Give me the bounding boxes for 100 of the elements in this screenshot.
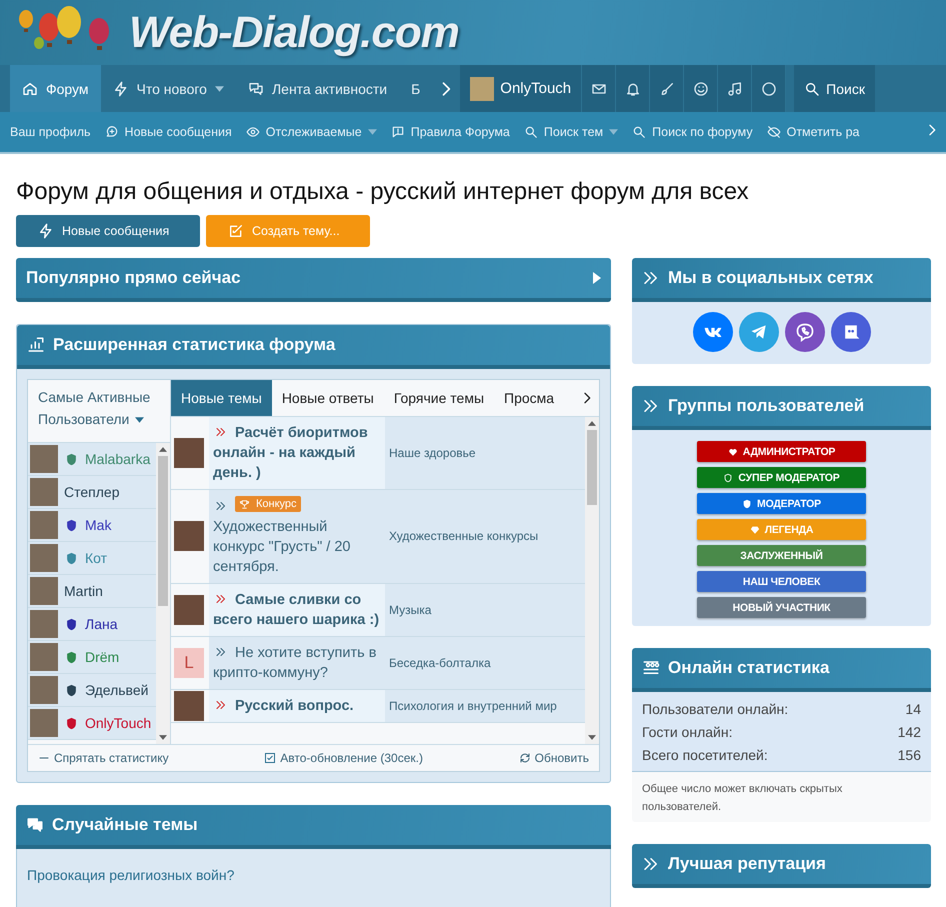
hide-stats-link[interactable]: Спрятать статистику xyxy=(38,751,169,766)
forum-link[interactable]: Наше здоровье xyxy=(385,417,585,490)
user-row[interactable]: Drëm xyxy=(28,641,156,674)
subnav-link[interactable]: Новые сообщения xyxy=(104,125,232,139)
chat-icon xyxy=(26,816,44,834)
caret-icon xyxy=(368,129,377,135)
forum-link[interactable]: Художественные конкурсы xyxy=(385,490,585,583)
shield-check-icon xyxy=(723,472,734,482)
avatar-photo xyxy=(30,709,58,738)
nav-tab[interactable]: Что нового xyxy=(100,65,236,112)
shield-icon xyxy=(64,452,79,467)
group-badge[interactable]: ЗАСЛУЖЕННЫЙ xyxy=(697,545,866,566)
scroll-up-icon[interactable] xyxy=(159,447,167,452)
stats-note: Общее число может включать скрытых пользователей. xyxy=(632,772,931,822)
username: Эдельвей xyxy=(85,682,148,698)
shield-icon xyxy=(742,498,752,508)
topic-title[interactable]: Русский вопрос. xyxy=(209,690,385,722)
scroll-thumb[interactable] xyxy=(587,430,597,506)
user-row[interactable]: Лана xyxy=(28,608,156,642)
group-badge[interactable]: НАШ ЧЕЛОВЕК xyxy=(697,571,866,592)
double-chevron-icon xyxy=(215,500,227,512)
trophy-icon xyxy=(239,498,250,510)
user-row[interactable]: Эдельвей xyxy=(28,674,156,708)
letter-avatar: L xyxy=(174,648,204,678)
avatar-photo xyxy=(174,521,204,552)
social-link[interactable] xyxy=(830,312,870,352)
social-link[interactable] xyxy=(692,312,732,352)
scroll-down-icon[interactable] xyxy=(588,735,596,740)
eye-slash-icon xyxy=(766,125,781,139)
nav-tab[interactable]: Лента активности xyxy=(236,65,400,112)
subnav-link[interactable]: Ваш профиль xyxy=(10,125,91,139)
stats-tab[interactable]: Просма xyxy=(494,380,564,416)
nav-tab[interactable]: Б xyxy=(399,65,432,112)
nav-tab[interactable]: Форум xyxy=(10,65,101,112)
double-chevron-icon xyxy=(215,426,227,438)
group-badge[interactable]: НОВЫЙ УЧАСТНИК xyxy=(697,597,866,618)
double-chevron-icon xyxy=(642,855,660,873)
chart-icon xyxy=(27,336,45,354)
social-link[interactable] xyxy=(738,312,778,352)
topic-link[interactable]: Провокация религиозных войн? xyxy=(27,867,600,884)
scrollbar[interactable] xyxy=(585,417,599,744)
people-icon xyxy=(642,659,660,677)
social-link[interactable] xyxy=(784,312,824,352)
search-icon xyxy=(632,125,646,139)
group-badge[interactable]: АДМИНИСТРАТОР xyxy=(697,441,866,462)
username: Malabarka xyxy=(85,451,150,468)
checkbox[interactable] xyxy=(264,752,276,764)
subnav-link[interactable]: Отслеживаемые xyxy=(246,125,377,139)
user-row[interactable]: Кот xyxy=(28,542,156,576)
avatar-photo xyxy=(30,478,58,506)
topic-title[interactable]: Конкурс Художественный конкурс "Грусть" / 20 сентября. xyxy=(209,490,385,583)
subnav-link[interactable]: Правила Форума xyxy=(390,125,510,139)
user-row[interactable]: Степлер xyxy=(28,476,156,510)
double-chevron-icon xyxy=(215,592,227,605)
user-row[interactable]: OnlyTouch xyxy=(28,707,156,740)
scroll-up-icon[interactable] xyxy=(588,421,596,426)
subnav-link[interactable]: Поиск по форуму xyxy=(632,125,753,139)
user-row[interactable]: Malabarka xyxy=(28,443,156,476)
edit-icon xyxy=(228,223,244,240)
avatar-photo xyxy=(30,643,58,672)
chat-plus-icon xyxy=(104,125,119,139)
shield-icon xyxy=(64,682,79,698)
block-header[interactable]: Популярно прямо сейчас xyxy=(16,258,611,302)
heart-icon xyxy=(728,446,738,456)
block-header: Лучшая репутация xyxy=(632,844,931,888)
group-badge[interactable]: СУПЕР МОДЕРАТОР xyxy=(697,467,866,488)
group-badge[interactable]: МОДЕРАТОР xyxy=(697,493,866,514)
stats-tab[interactable]: Горячие темы xyxy=(384,380,494,416)
scrollbar[interactable] xyxy=(156,443,170,744)
forum-link[interactable]: Музыка xyxy=(385,584,585,636)
stats-tab[interactable]: Новые ответы xyxy=(272,380,384,416)
scroll-thumb[interactable] xyxy=(158,456,168,606)
action-button[interactable]: Новые сообщения xyxy=(16,215,200,248)
site-logo[interactable]: Web-Dialog.com xyxy=(129,8,459,58)
caret-icon xyxy=(135,417,144,424)
user-row[interactable]: Mak xyxy=(28,509,156,542)
prefix-tag: Конкурс xyxy=(235,496,301,512)
scroll-down-icon[interactable] xyxy=(159,735,167,740)
topic-title[interactable]: Самые сливки со всего нашего шарика :) xyxy=(209,584,385,636)
subnav-link[interactable]: Отметить ра xyxy=(766,125,860,139)
double-chevron-icon xyxy=(215,646,227,658)
subnav-link[interactable]: Поиск тем xyxy=(524,125,618,139)
search-button[interactable]: Поиск xyxy=(794,65,875,112)
refresh-link[interactable]: Обновить xyxy=(518,751,589,766)
smile-icon xyxy=(692,80,709,96)
topic-title[interactable]: Расчёт биоритмов онлайн - на каждый день. ) xyxy=(209,417,385,490)
avatar-photo xyxy=(30,676,58,704)
diamond-icon xyxy=(750,524,760,534)
username: Martin xyxy=(64,583,103,600)
forum-link[interactable]: Психология и внутренний мир xyxy=(385,690,585,722)
shield-icon xyxy=(64,616,79,632)
forum-link[interactable]: Беседка-болталка xyxy=(385,636,585,689)
username: Drëm xyxy=(85,649,120,666)
username: Mak xyxy=(85,517,112,534)
shield-icon xyxy=(64,518,79,533)
topic-title[interactable]: Не хотите вступить в крипто-коммуну? xyxy=(209,636,385,689)
stats-tab[interactable]: Новые темы xyxy=(171,380,272,416)
shield-icon xyxy=(64,716,79,731)
avatar-photo xyxy=(30,544,58,572)
user-row[interactable]: Martin xyxy=(28,575,156,608)
